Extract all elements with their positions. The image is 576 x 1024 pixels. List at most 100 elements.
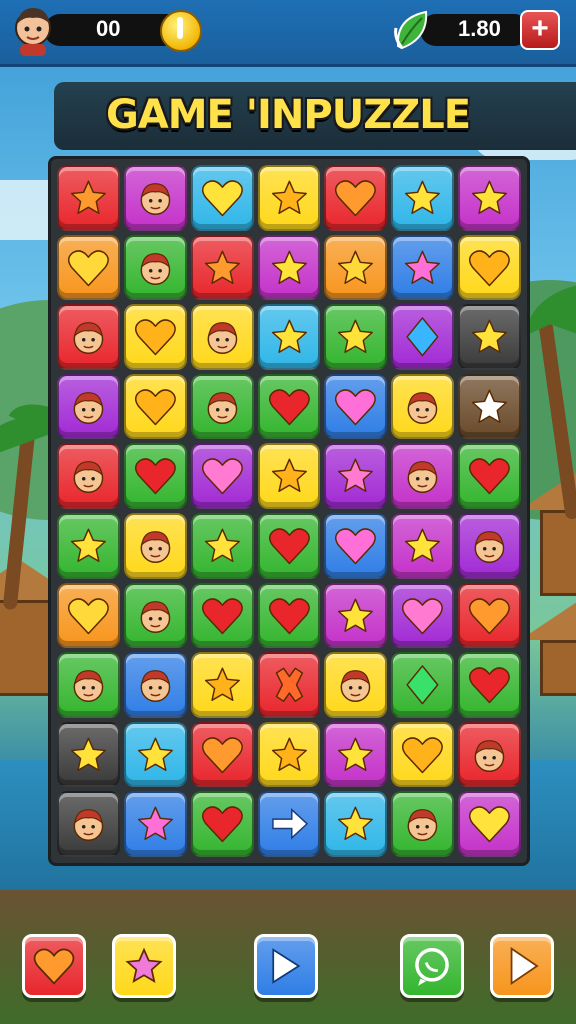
board-tile-face[interactable] xyxy=(123,513,187,579)
board-tile-face[interactable] xyxy=(190,304,254,370)
board-tile-heart[interactable] xyxy=(458,791,521,857)
board-tile-face[interactable] xyxy=(324,652,388,718)
player-avatar[interactable] xyxy=(12,4,54,56)
board-tile-star[interactable] xyxy=(324,234,388,301)
heart-icon xyxy=(335,180,377,217)
board-tile-face[interactable] xyxy=(57,304,120,370)
board-tile-star[interactable] xyxy=(57,513,120,579)
board-tile-face[interactable] xyxy=(391,791,455,857)
board-tile-star[interactable] xyxy=(391,513,455,579)
board-tile-heart[interactable] xyxy=(123,373,187,440)
board-tile-heart[interactable] xyxy=(123,304,187,370)
board-tile-heart[interactable] xyxy=(190,721,254,788)
board-tile-heart[interactable] xyxy=(190,582,254,649)
star-icon xyxy=(338,458,374,493)
face-icon xyxy=(207,391,237,424)
play-icon xyxy=(510,946,539,986)
board-tile-star[interactable] xyxy=(57,721,120,788)
board-tile-star[interactable] xyxy=(458,304,521,370)
board-tile-star[interactable] xyxy=(391,234,455,301)
arrow-right-icon xyxy=(272,948,301,984)
board-tile-cross[interactable] xyxy=(257,652,321,718)
face-icon xyxy=(207,322,237,355)
play-next-button[interactable] xyxy=(254,934,318,998)
board-tile-star[interactable] xyxy=(190,513,254,579)
board-tile-star[interactable] xyxy=(324,582,388,649)
board-tile-face[interactable] xyxy=(57,443,120,509)
face-icon xyxy=(140,531,171,564)
board-tile-heart[interactable] xyxy=(57,582,120,649)
board-tile-face[interactable] xyxy=(123,652,187,718)
board-tile-heart[interactable] xyxy=(190,443,254,509)
board-tile-heart[interactable] xyxy=(391,721,455,788)
board-tile-face[interactable] xyxy=(57,652,120,718)
star-icon xyxy=(125,947,163,984)
board-tile-star[interactable] xyxy=(458,165,521,231)
board-tile-heart[interactable] xyxy=(257,373,321,440)
leaf-icon xyxy=(394,10,428,50)
board-tile-heart[interactable] xyxy=(257,513,321,579)
board-tile-star[interactable] xyxy=(57,165,120,231)
star-booster-button[interactable] xyxy=(112,934,176,998)
board-tile-face[interactable] xyxy=(57,373,120,440)
board-tile-diamond[interactable] xyxy=(391,304,455,370)
board-tile-heart[interactable] xyxy=(324,165,388,231)
board-tile-heart[interactable] xyxy=(458,443,521,509)
board-tile-arrow[interactable] xyxy=(257,791,321,857)
board-tile-face[interactable] xyxy=(458,721,521,788)
board-tile-heart[interactable] xyxy=(190,791,254,857)
board-tile-face[interactable] xyxy=(123,582,187,649)
heart-icon xyxy=(33,948,75,985)
face-icon xyxy=(73,670,104,703)
board-tile-heart[interactable] xyxy=(324,373,388,440)
board-tile-star[interactable] xyxy=(324,304,388,370)
chat-button[interactable] xyxy=(400,934,464,998)
heart-icon xyxy=(67,249,109,286)
game-title: GAME 'INPUZZLE xyxy=(105,92,471,138)
board-tile-face[interactable] xyxy=(391,443,455,509)
board-tile-heart[interactable] xyxy=(123,443,187,509)
board-tile-star[interactable] xyxy=(190,234,254,301)
board-tile-star[interactable] xyxy=(458,373,521,440)
board-tile-star[interactable] xyxy=(324,721,388,788)
board-tile-star[interactable] xyxy=(391,165,455,231)
star-icon xyxy=(271,319,307,354)
board-tile-face[interactable] xyxy=(190,373,254,440)
board-tile-star[interactable] xyxy=(123,721,187,788)
board-tile-star[interactable] xyxy=(257,721,321,788)
board-tile-heart[interactable] xyxy=(458,582,521,649)
heart-icon xyxy=(469,249,511,286)
board-tile-star[interactable] xyxy=(257,234,321,301)
board-tile-star[interactable] xyxy=(257,443,321,509)
board-tile-star[interactable] xyxy=(324,791,388,857)
board-tile-star[interactable] xyxy=(190,652,254,718)
board-tile-heart[interactable] xyxy=(324,513,388,579)
board-tile-face[interactable] xyxy=(458,513,521,579)
star-icon xyxy=(472,389,508,423)
star-icon xyxy=(338,250,374,284)
board-tile-face[interactable] xyxy=(123,234,187,301)
board-tile-heart[interactable] xyxy=(391,582,455,649)
heart-booster-button[interactable] xyxy=(22,934,86,998)
coin-icon[interactable] xyxy=(160,10,202,52)
board-tile-heart[interactable] xyxy=(458,234,521,301)
face-icon xyxy=(73,809,104,842)
play-button[interactable] xyxy=(490,934,554,998)
add-energy-button[interactable]: + xyxy=(520,10,560,50)
star-icon xyxy=(204,667,240,702)
board-tile-face[interactable] xyxy=(57,791,120,857)
board-tile-heart[interactable] xyxy=(257,582,321,649)
heart-icon xyxy=(335,389,377,425)
board-tile-star[interactable] xyxy=(123,791,187,857)
star-icon xyxy=(405,528,441,563)
board-tile-face[interactable] xyxy=(391,373,455,440)
board-tile-star[interactable] xyxy=(257,304,321,370)
board-tile-face[interactable] xyxy=(123,165,187,231)
board-tile-heart[interactable] xyxy=(190,165,254,231)
board-tile-heart[interactable] xyxy=(57,234,120,301)
board-tile-heart[interactable] xyxy=(458,652,521,718)
board-tile-diamond[interactable] xyxy=(391,652,455,718)
face-icon xyxy=(73,391,104,424)
board-tile-star[interactable] xyxy=(324,443,388,509)
board-tile-star[interactable] xyxy=(257,165,321,231)
